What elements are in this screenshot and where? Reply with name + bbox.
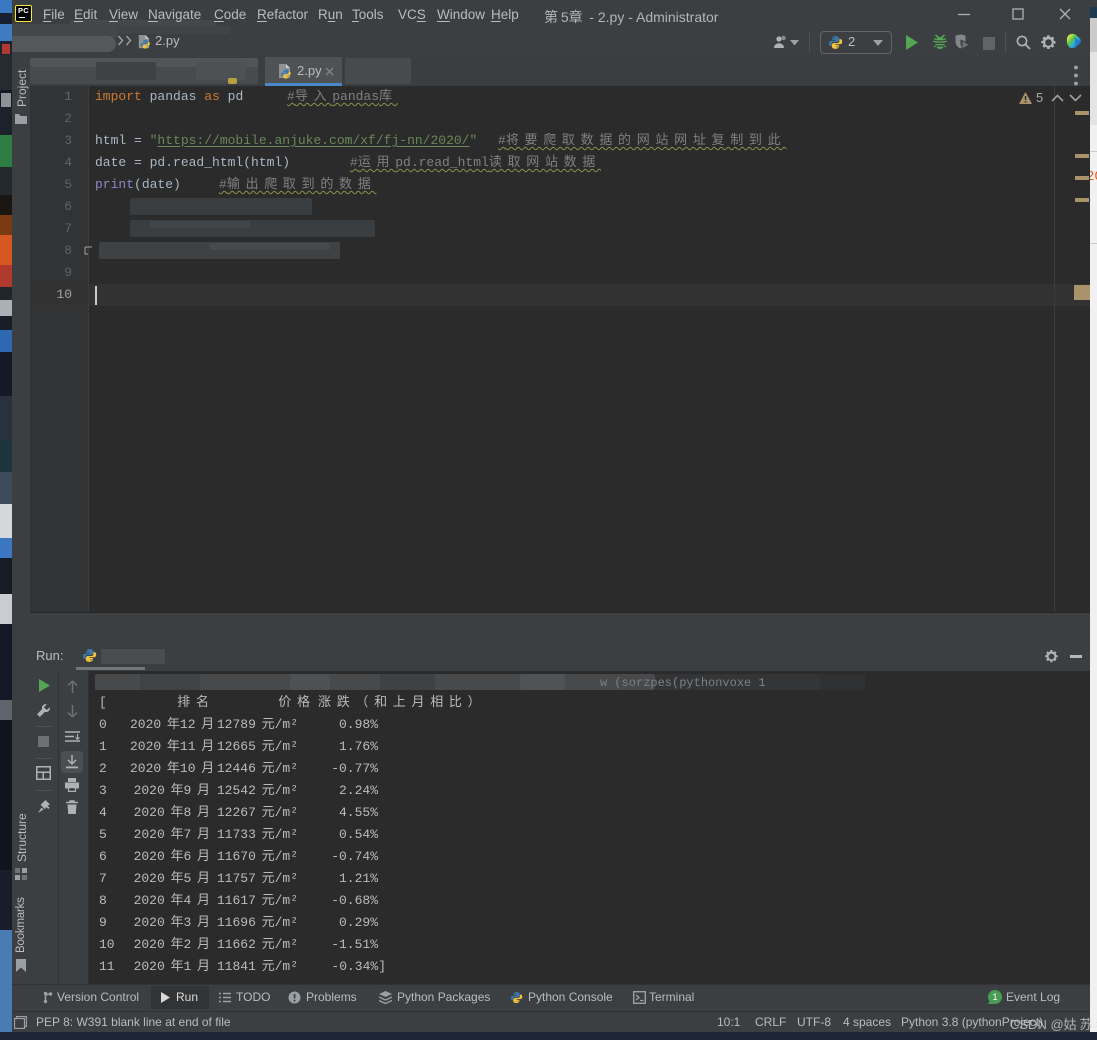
- svg-text:1: 1: [992, 992, 997, 1002]
